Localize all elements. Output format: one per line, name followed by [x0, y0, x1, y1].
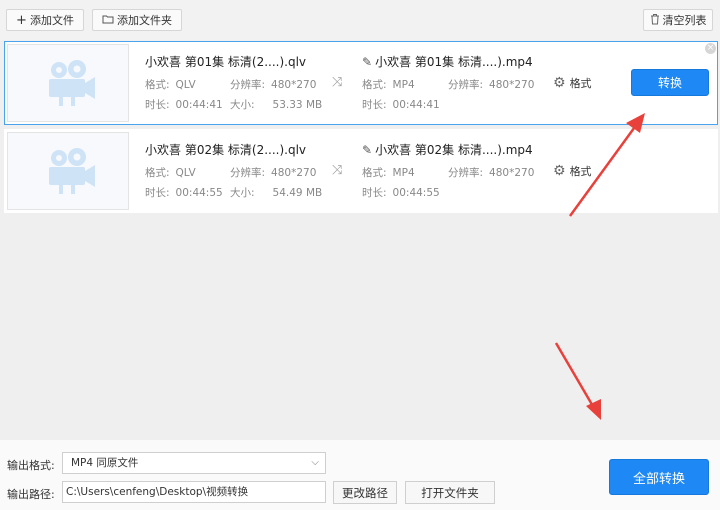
output-file-name[interactable]: ✎ 小欢喜 第02集 标清....).mp4	[362, 141, 533, 158]
output-resolution: 分辨率: 480*270	[448, 79, 535, 91]
format-settings-button[interactable]: ⚙ 格式	[553, 163, 592, 179]
close-icon[interactable]: ×	[705, 43, 716, 54]
add-folder-label: 添加文件夹	[117, 14, 172, 27]
source-format: 格式: QLV	[145, 79, 196, 91]
add-folder-button[interactable]: 添加文件夹	[92, 9, 182, 31]
source-duration: 时长: 00:44:41	[145, 99, 223, 111]
source-file-name: 小欢喜 第01集 标清(2....).qlv	[145, 55, 307, 69]
clear-list-button[interactable]: 清空列表	[643, 9, 713, 31]
convert-button[interactable]: 转换	[631, 69, 709, 96]
toolbar: + 添加文件 添加文件夹 清空列表	[0, 0, 720, 40]
source-duration: 时长: 00:44:55	[145, 187, 223, 199]
video-thumbnail	[7, 44, 129, 122]
output-file-name[interactable]: ✎ 小欢喜 第01集 标清....).mp4	[362, 53, 533, 70]
file-list: 小欢喜 第01集 标清(2....).qlv 格式: QLV 分辨率: 480*27…	[0, 40, 720, 440]
change-path-button[interactable]: 更改路径	[333, 481, 397, 504]
trash-icon	[650, 13, 660, 28]
edit-pencil-icon: ✎	[362, 55, 373, 69]
source-size: 大小: 54.49 MB	[230, 187, 323, 199]
format-settings-label: 格式	[569, 77, 592, 90]
source-resolution: 分辨率: 480*270	[230, 79, 317, 91]
clear-list-label: 清空列表	[662, 14, 707, 27]
output-duration: 时长: 00:44:55	[362, 187, 440, 199]
video-camera-icon	[49, 60, 95, 106]
source-resolution: 分辨率: 480*270	[230, 167, 317, 179]
video-camera-icon	[49, 148, 95, 194]
folder-icon	[102, 14, 114, 27]
edit-pencil-icon: ✎	[362, 143, 373, 157]
gear-icon: ⚙	[553, 163, 566, 179]
output-format-label: 输出格式:	[7, 459, 55, 472]
source-file-name: 小欢喜 第02集 标清(2....).qlv	[145, 143, 307, 157]
output-resolution: 分辨率: 480*270	[448, 167, 535, 179]
output-path-field[interactable]: C:\Users\cenfeng\Desktop\视频转换	[62, 481, 326, 503]
convert-all-button[interactable]: 全部转换	[609, 459, 709, 495]
format-settings-label: 格式	[569, 165, 592, 178]
source-format: 格式: QLV	[145, 167, 196, 179]
output-duration: 时长: 00:44:41	[362, 99, 440, 111]
video-thumbnail	[7, 132, 129, 210]
output-format-select[interactable]: MP4 同原文件 ⌵	[62, 452, 326, 474]
output-path-label: 输出路径:	[7, 488, 55, 501]
gear-icon: ⚙	[553, 75, 566, 91]
chevron-down-icon: ⌵	[311, 457, 319, 468]
output-format: 格式: MP4	[362, 167, 415, 179]
output-format: 格式: MP4	[362, 79, 415, 91]
convert-direction-icon: ⤨	[332, 163, 343, 178]
output-format-value: MP4 同原文件	[71, 457, 139, 469]
open-folder-button[interactable]: 打开文件夹	[405, 481, 495, 504]
format-settings-button[interactable]: ⚙ 格式	[553, 75, 592, 91]
plus-icon: +	[16, 12, 27, 28]
add-file-label: 添加文件	[29, 14, 74, 27]
add-file-button[interactable]: + 添加文件	[6, 9, 84, 31]
bottom-bar: 输出格式: MP4 同原文件 ⌵ 输出路径: C:\Users\cenfeng\…	[0, 440, 720, 510]
file-row[interactable]: 小欢喜 第02集 标清(2....).qlv 格式: QLV 分辨率: 480*27…	[4, 129, 718, 213]
file-row[interactable]: 小欢喜 第01集 标清(2....).qlv 格式: QLV 分辨率: 480*27…	[4, 41, 718, 125]
convert-direction-icon: ⤨	[332, 75, 343, 90]
source-size: 大小: 53.33 MB	[230, 99, 323, 111]
